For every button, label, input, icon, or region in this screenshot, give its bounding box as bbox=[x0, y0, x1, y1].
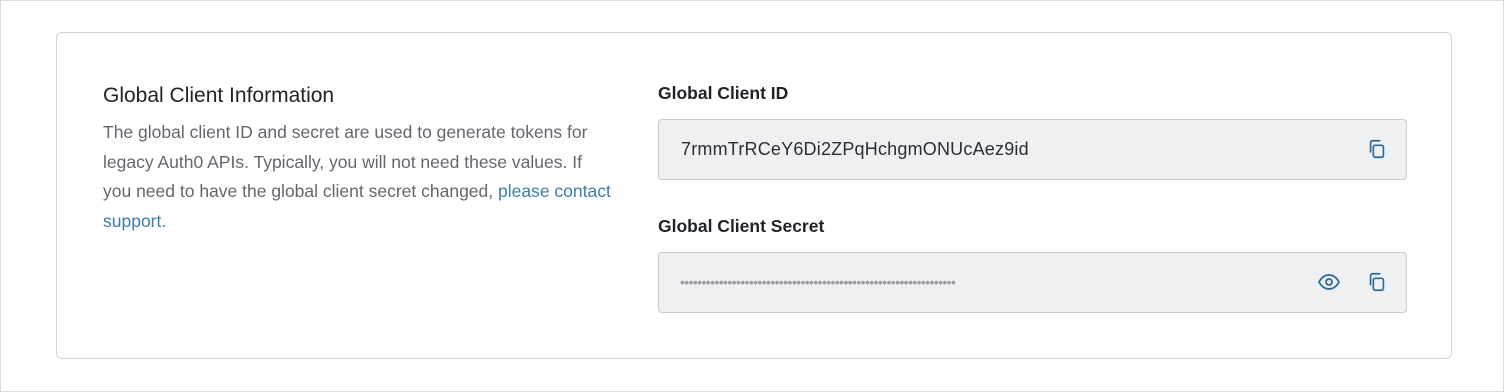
section-description: The global client ID and secret are used… bbox=[103, 118, 613, 236]
client-secret-label: Global Client Secret bbox=[658, 216, 825, 236]
client-id-value[interactable]: 7rmmTrRCeY6Di2ZPqHchgmONUcAez9id bbox=[681, 120, 1029, 178]
client-id-field[interactable]: 7rmmTrRCeY6Di2ZPqHchgmONUcAez9id bbox=[658, 119, 1407, 180]
page-frame: Global Client Information The global cli… bbox=[0, 0, 1504, 392]
eye-icon[interactable] bbox=[1317, 270, 1341, 294]
global-client-info-card: Global Client Information The global cli… bbox=[56, 32, 1452, 359]
section-title: Global Client Information bbox=[103, 84, 335, 107]
client-id-label: Global Client ID bbox=[658, 83, 789, 103]
client-secret-field[interactable]: ••••••••••••••••••••••••••••••••••••••••… bbox=[658, 252, 1407, 313]
fields-column: Global Client ID 7rmmTrRCeY6Di2ZPqHchgmO… bbox=[658, 83, 1408, 313]
copy-icon[interactable] bbox=[1365, 137, 1389, 161]
info-column: Global Client Information The global cli… bbox=[103, 83, 613, 236]
copy-icon[interactable] bbox=[1365, 270, 1389, 294]
client-secret-masked-value[interactable]: ••••••••••••••••••••••••••••••••••••••••… bbox=[680, 253, 1300, 311]
